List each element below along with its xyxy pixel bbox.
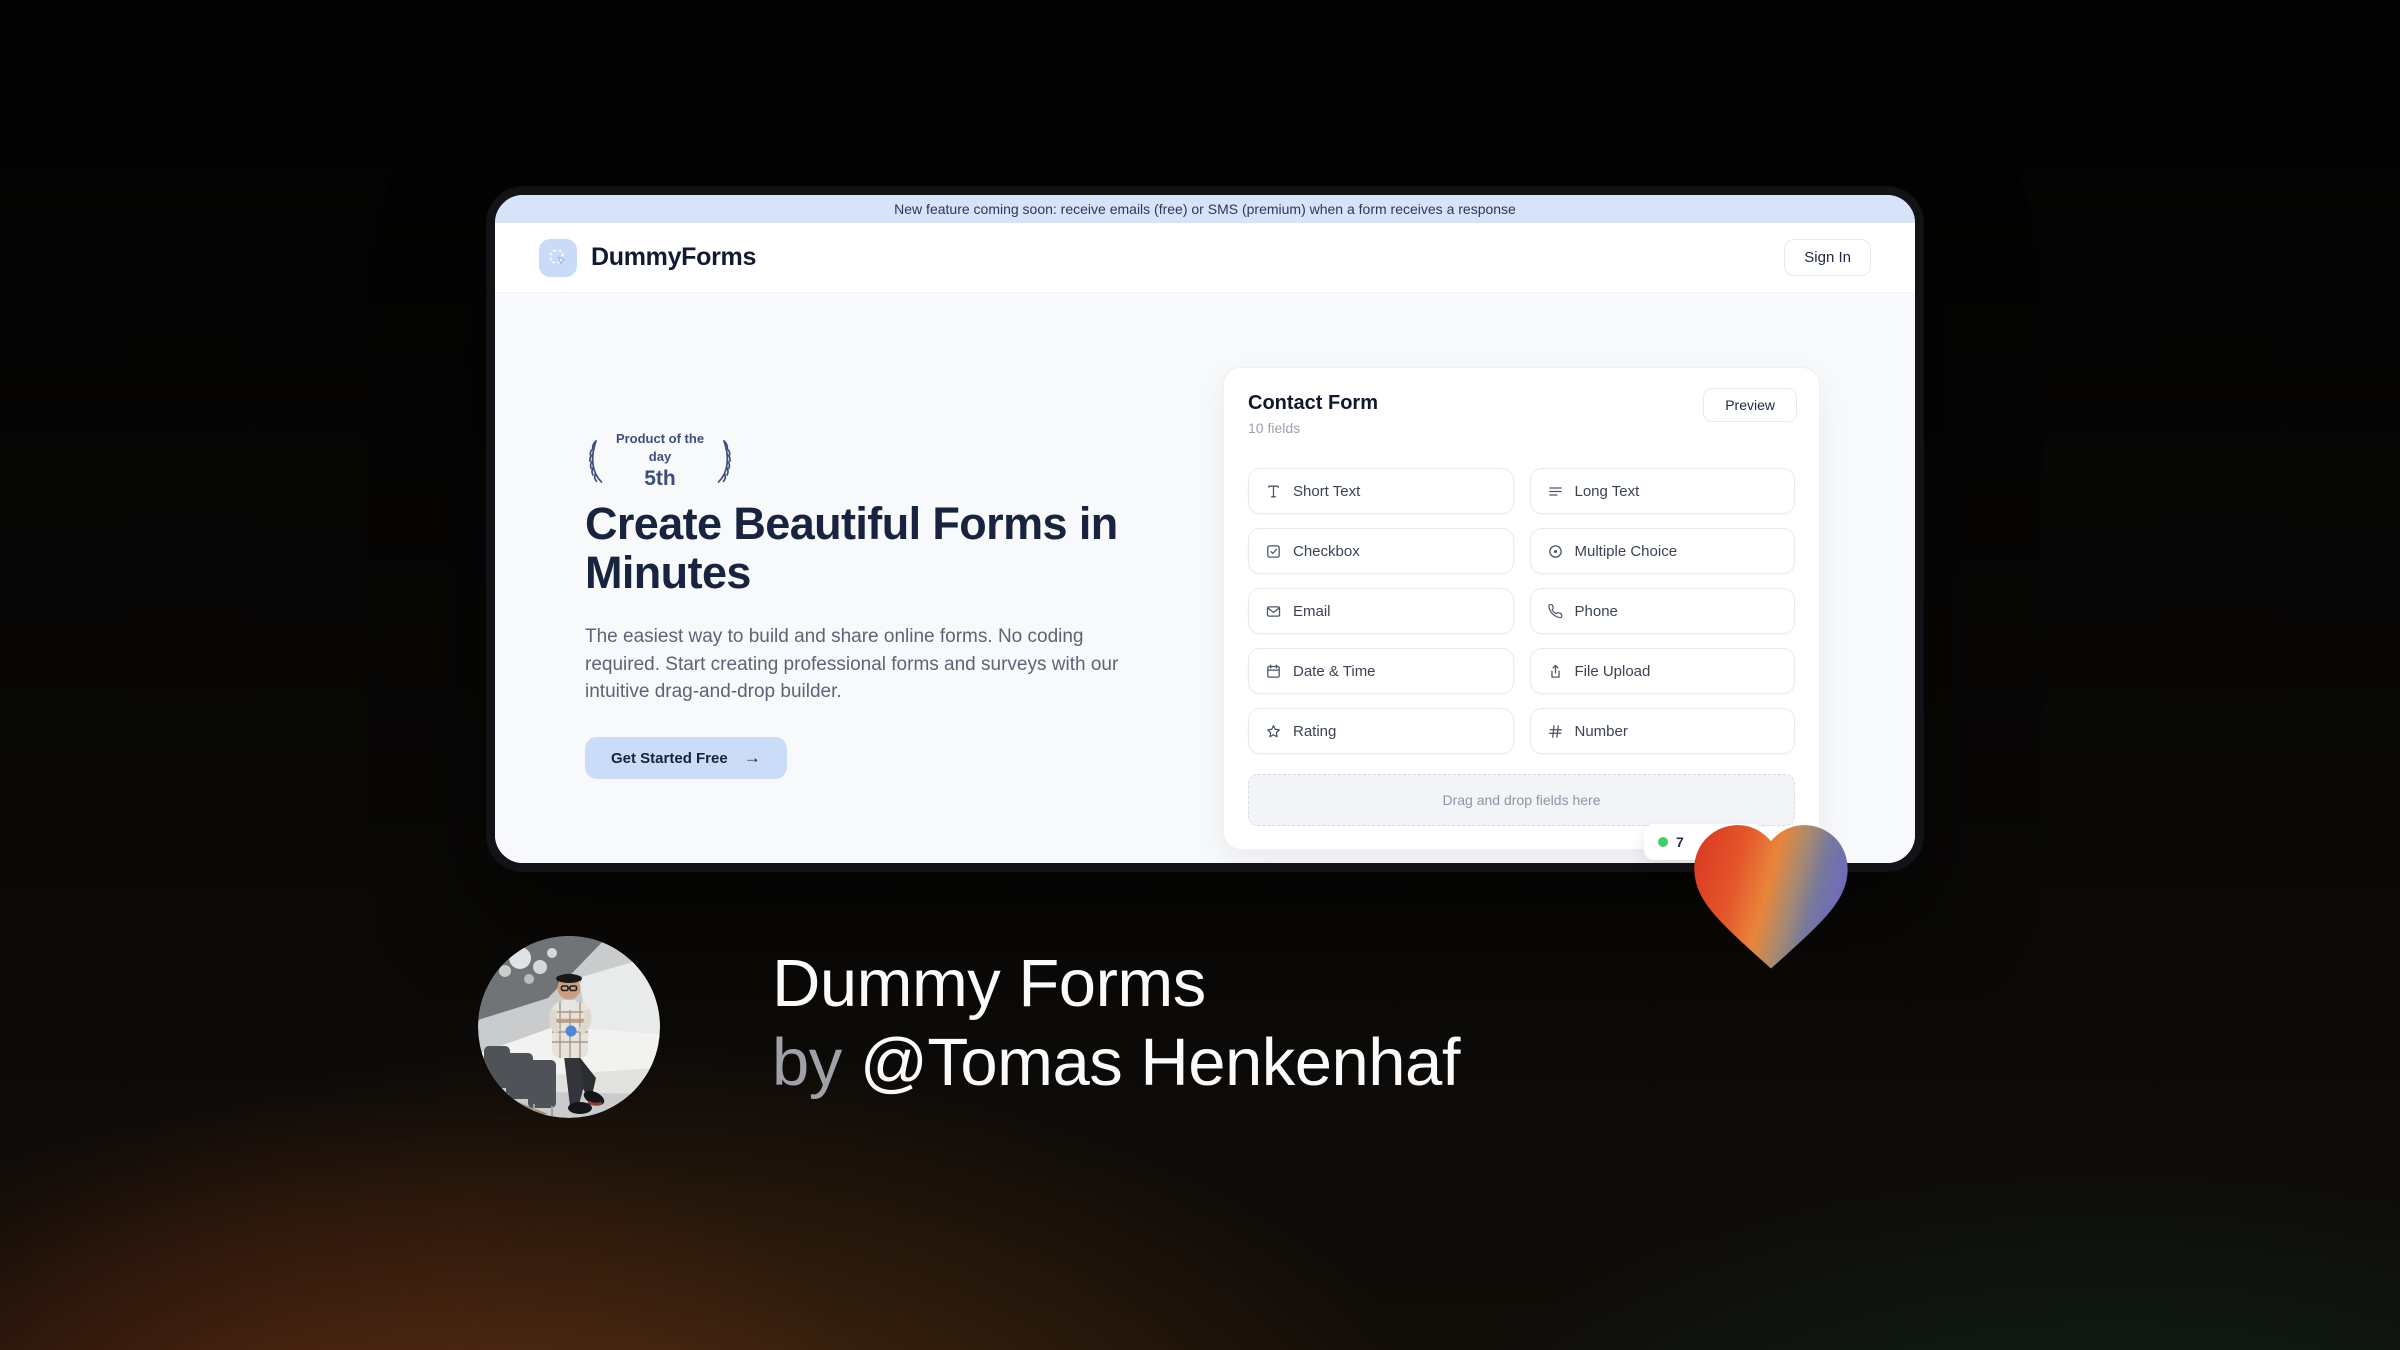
author-avatar [478, 936, 660, 1118]
caption-title: Dummy Forms [772, 946, 1206, 1021]
radio-circle-icon [1548, 544, 1562, 558]
arrow-right-icon: → [743, 748, 761, 767]
product-of-the-day-badge: Product of the day 5th [585, 430, 735, 491]
field-type-phone[interactable]: Phone [1529, 588, 1795, 634]
phone-icon [1547, 603, 1562, 618]
field-type-number[interactable]: Number [1529, 708, 1795, 754]
browser-window: New feature coming soon: receive emails … [486, 186, 1924, 872]
get-started-label: Get Started Free [611, 749, 728, 767]
field-type-date-time[interactable]: Date & Time [1248, 648, 1514, 694]
brand-logo[interactable]: DummyForms [539, 238, 757, 277]
caption: Dummy Forms by @Tomas Henkenhaf [772, 944, 1460, 1102]
field-type-multiple-choice[interactable]: Multiple Choice [1529, 528, 1795, 574]
green-status-dot-icon [1658, 837, 1668, 847]
hero-description: The easiest way to build and share onlin… [585, 626, 1119, 702]
field-type-long-text[interactable]: Long Text [1529, 468, 1795, 514]
form-builder-card: Contact Form 10 fields Preview Short Tex… [1223, 367, 1820, 850]
field-type-checkbox[interactable]: Checkbox [1248, 528, 1514, 574]
field-type-grid: Short Text Long Text Checkbox Multiple C… [1248, 468, 1795, 754]
hero-title-line2: Minutes [585, 547, 751, 598]
caption-author: @Tomas Henkenhaf [859, 1025, 1461, 1100]
field-type-email[interactable]: Email [1248, 588, 1514, 634]
page-body: Product of the day 5th Create Beautiful … [495, 293, 1915, 863]
award-line2: 5th [644, 467, 676, 490]
laurel-left-icon [589, 439, 603, 483]
award-line1: Product of the day [615, 431, 705, 464]
drop-zone-text: Drag and drop fields here [1442, 792, 1601, 808]
hash-icon [1548, 724, 1562, 738]
preview-button[interactable]: Preview [1703, 388, 1797, 422]
announcement-text: New feature coming soon: receive emails … [894, 201, 1516, 217]
mail-icon [1266, 605, 1281, 617]
hero-title: Create Beautiful Forms in Minutes [585, 499, 1155, 597]
get-started-button[interactable]: Get Started Free → [585, 737, 787, 779]
brand-name: DummyForms [591, 243, 757, 271]
laurel-right-icon [717, 439, 731, 483]
checkbox-icon [1267, 544, 1280, 558]
hero-title-line1: Create Beautiful Forms in [585, 498, 1118, 549]
award-text: Product of the day 5th [611, 430, 709, 491]
type-icon [1268, 485, 1279, 497]
sign-in-button[interactable]: Sign In [1784, 239, 1871, 276]
field-count: 10 fields [1248, 420, 1301, 436]
field-type-file-upload[interactable]: File Upload [1529, 648, 1795, 694]
announcement-banner: New feature coming soon: receive emails … [495, 195, 1915, 223]
field-type-short-text[interactable]: Short Text [1248, 468, 1514, 514]
dashed-selection-cursor-icon [539, 238, 577, 277]
calendar-icon [1267, 663, 1280, 678]
form-title: Contact Form [1248, 392, 1378, 414]
align-left-icon [1548, 486, 1562, 496]
site-header: DummyForms Sign In [495, 223, 1915, 293]
gradient-heart-icon [1694, 825, 1848, 969]
upload-icon [1550, 664, 1560, 678]
caption-by: by [772, 1025, 860, 1100]
field-type-rating[interactable]: Rating [1248, 708, 1514, 754]
caption-byline: by @Tomas Henkenhaf [772, 1023, 1460, 1102]
star-icon [1267, 724, 1280, 737]
